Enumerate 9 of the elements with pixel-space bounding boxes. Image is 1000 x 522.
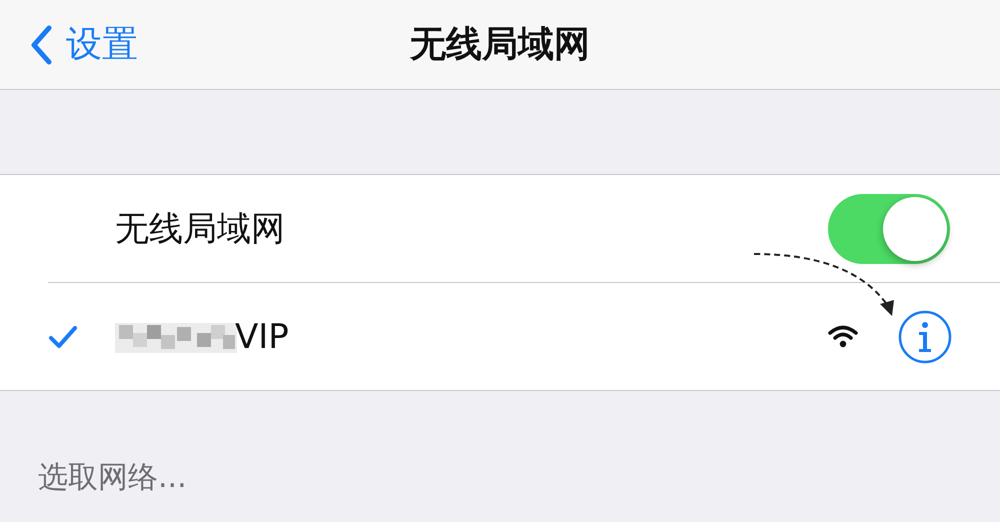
setting-label: 无线局域网	[115, 208, 285, 250]
section-header: 选取网络...	[38, 459, 188, 497]
wifi-icon	[828, 324, 858, 348]
screen-title: 无线局域网	[410, 24, 590, 65]
toggle-switch[interactable]	[828, 194, 950, 264]
back-button[interactable]: 设置	[30, 20, 138, 69]
chevron-left-icon	[30, 24, 52, 64]
info-icon[interactable]	[898, 310, 952, 364]
network-name[interactable]: VIP	[235, 316, 289, 356]
